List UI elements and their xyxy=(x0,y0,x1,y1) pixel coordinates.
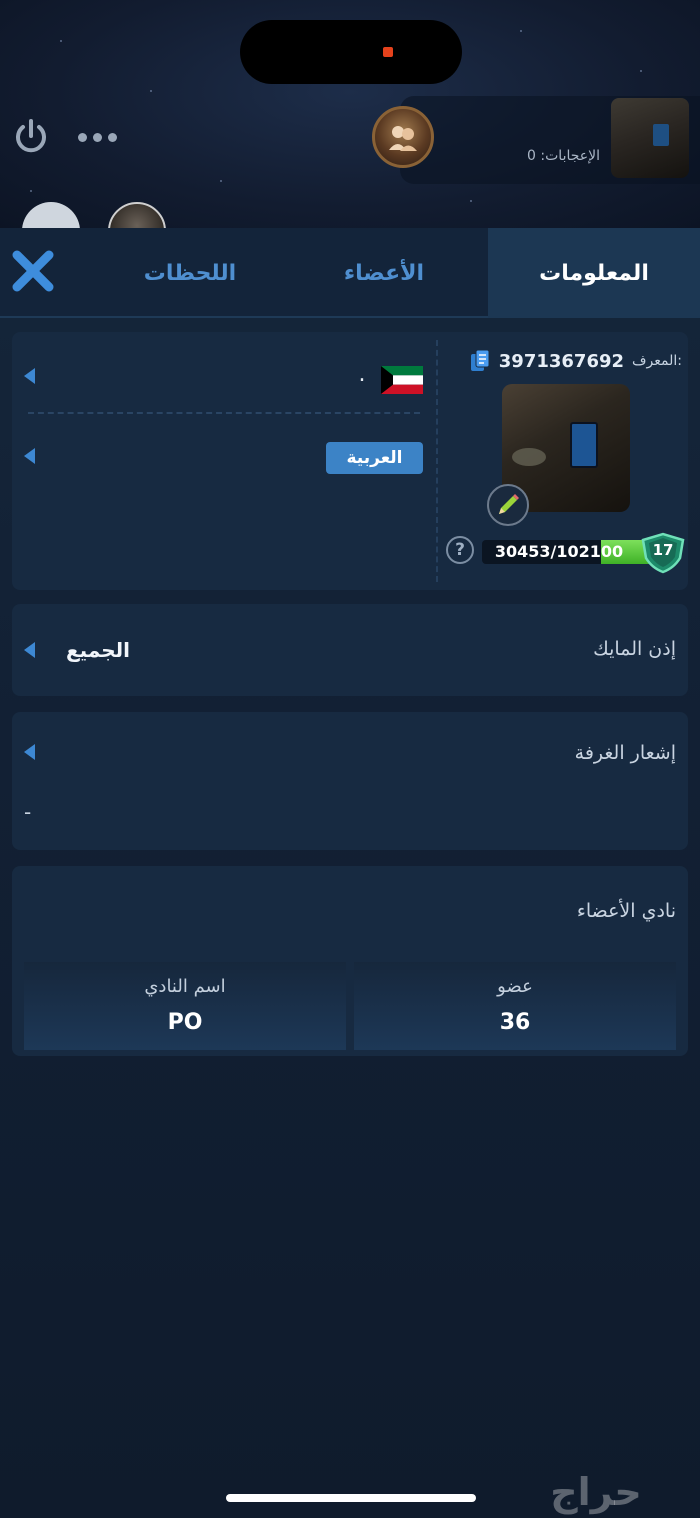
room-badge-icon[interactable] xyxy=(372,106,434,168)
help-icon[interactable]: ? xyxy=(446,536,474,564)
more-options-icon[interactable] xyxy=(78,126,124,148)
room-notification-label: إشعار الغرفة xyxy=(574,742,676,764)
likes-count: الإعجابات: 0 xyxy=(527,148,600,164)
camera-notch xyxy=(240,20,462,84)
home-indicator[interactable] xyxy=(226,1494,476,1502)
room-notification-value: - xyxy=(24,800,32,824)
room-id-row: 3971367692 المعرف: xyxy=(452,346,682,376)
room-id-label: المعرف: xyxy=(632,353,682,369)
members-club-card: نادي الأعضاء عضو 36 اسم النادي PO xyxy=(12,866,688,1056)
club-members-label: عضو xyxy=(497,976,533,997)
room-info-card: . العربية 3971367692 المعرف: ? 30453/102… xyxy=(12,332,688,590)
mic-permission-label: إذن المايك xyxy=(593,638,676,660)
tab-members[interactable]: الأعضاء xyxy=(280,228,488,318)
mic-permission-value: الجميع xyxy=(66,638,131,662)
divider xyxy=(436,340,438,582)
close-icon[interactable] xyxy=(10,248,56,294)
club-members-value: 36 xyxy=(499,1010,531,1035)
club-name-box[interactable]: اسم النادي PO xyxy=(24,962,346,1050)
power-icon[interactable] xyxy=(10,116,52,158)
room-thumbnail[interactable] xyxy=(611,98,689,178)
club-members-box[interactable]: عضو 36 xyxy=(354,962,676,1050)
chevron-left-icon[interactable] xyxy=(24,368,35,384)
chevron-left-icon[interactable] xyxy=(24,642,35,658)
club-title: نادي الأعضاء xyxy=(576,900,676,922)
club-name-label: اسم النادي xyxy=(144,976,226,997)
room-id-value: 3971367692 xyxy=(498,350,625,372)
chevron-left-icon[interactable] xyxy=(24,744,35,760)
edit-pencil-icon[interactable] xyxy=(487,484,529,526)
country-name: . xyxy=(358,362,366,387)
recording-indicator-icon xyxy=(383,47,393,57)
level-number: 17 xyxy=(652,541,674,559)
watermark-logo: حراج xyxy=(550,1470,642,1514)
room-notification-row[interactable]: إشعار الغرفة - xyxy=(12,712,688,850)
room-info-panel: المعلومات الأعضاء اللحظات . العربية 3971… xyxy=(0,228,700,1518)
kuwait-flag-icon[interactable] xyxy=(381,366,423,394)
tab-moments[interactable]: اللحظات xyxy=(100,228,280,318)
divider xyxy=(28,412,420,414)
club-name-value: PO xyxy=(167,1010,203,1035)
tab-bar: المعلومات الأعضاء اللحظات xyxy=(0,228,700,318)
language-badge[interactable]: العربية xyxy=(326,442,423,474)
copy-icon[interactable] xyxy=(469,349,491,373)
chevron-left-icon[interactable] xyxy=(24,448,35,464)
mic-permission-row[interactable]: إذن المايك الجميع xyxy=(12,604,688,696)
tab-info[interactable]: المعلومات xyxy=(488,228,700,318)
xp-progress-text: 30453/102100 xyxy=(494,542,624,561)
